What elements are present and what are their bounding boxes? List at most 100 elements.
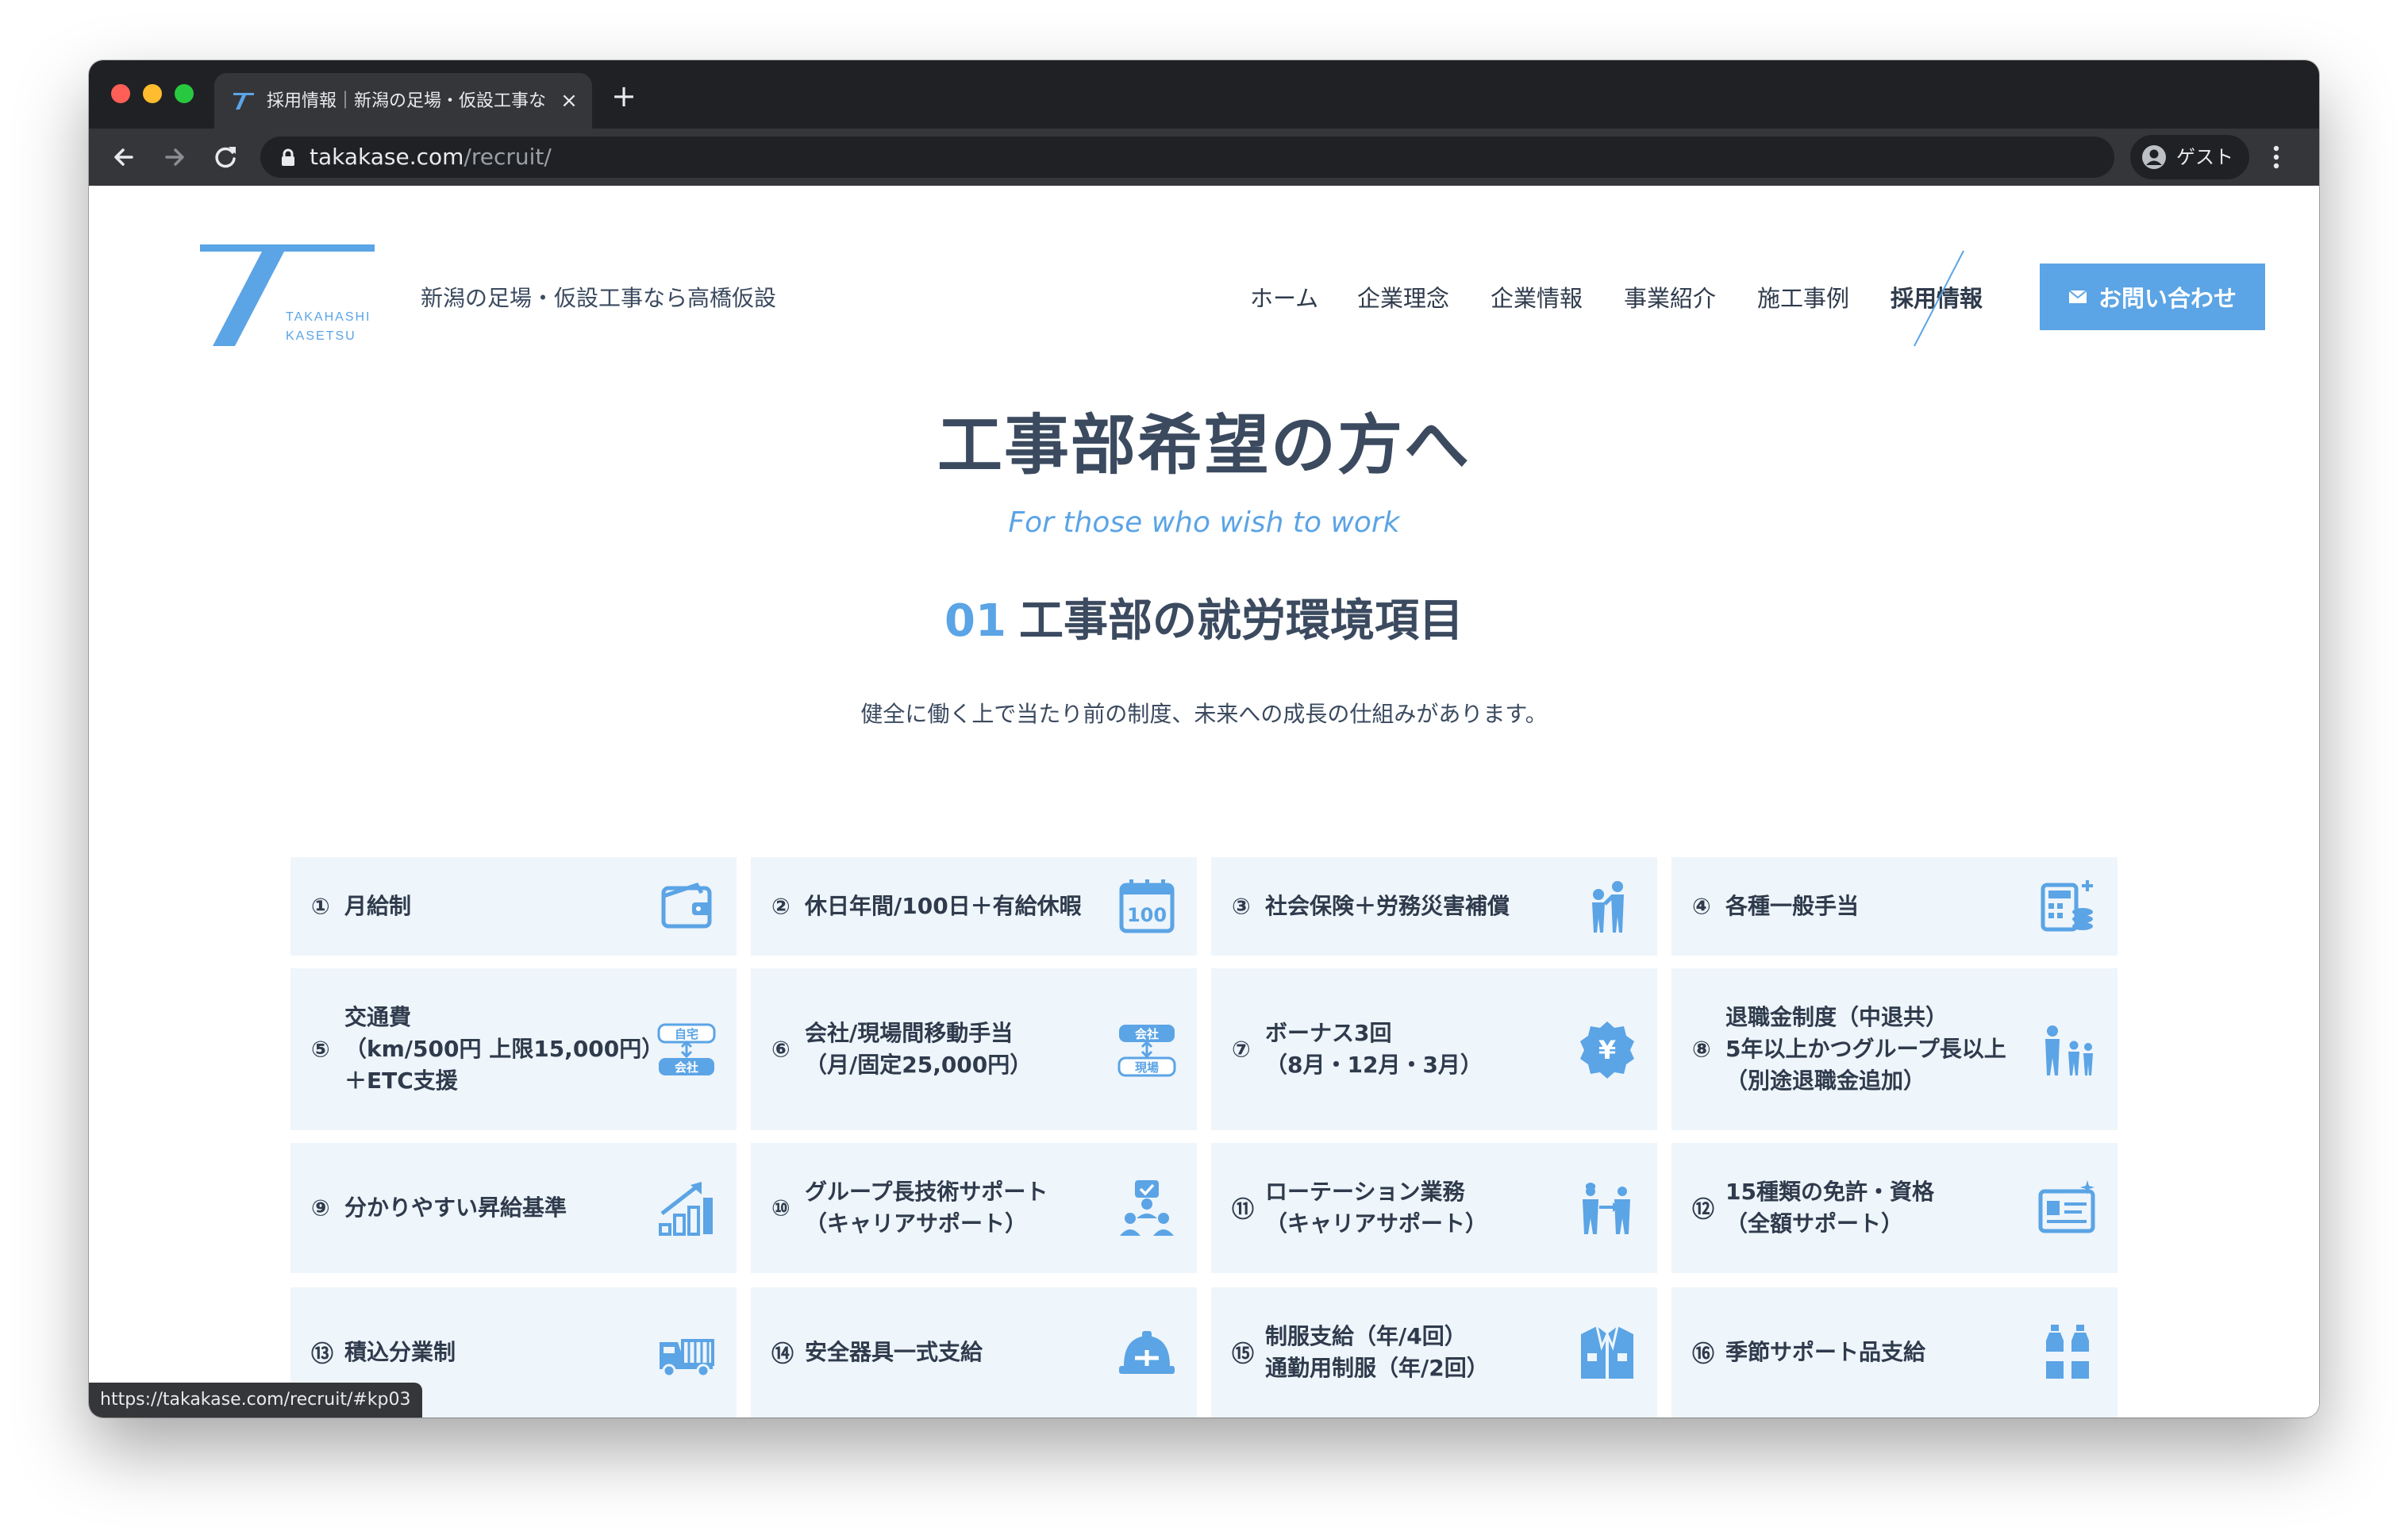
back-arrow-icon[interactable] [106,140,141,175]
icon-label-from: 自宅 [675,1027,698,1041]
truck-icon [660,1339,714,1378]
benefit-card: ⑦ ボーナス3回 （8月・12月・3月） ¥ [1211,968,1657,1130]
contact-button[interactable]: お問い合わせ [2040,264,2265,330]
company-logo[interactable]: TAKAHASHI KASETSU [200,244,375,348]
url-path: /recruit/ [464,144,552,170]
card-text: 制服支給（年/4回） 通勤用制服（年/2回） [1265,1323,1489,1381]
minimize-window-button[interactable] [143,84,162,103]
rotation-workers-icon [1583,1183,1630,1234]
address-bar[interactable]: takakase.com/recruit/ [260,137,2114,178]
nav-home[interactable]: ホーム [1250,284,1318,313]
new-tab-icon[interactable]: + [610,81,638,111]
icon-label-from: 会社 [1135,1027,1159,1041]
card-number: ⑩ [771,1195,790,1221]
profile-button[interactable]: ゲスト [2130,135,2249,179]
card-number: ⑬ [311,1341,334,1367]
card-text: 交通費 （km/500円 上限15,000円） ＋ETC支援 [344,1004,664,1094]
lock-icon [282,148,294,166]
nav-company[interactable]: 企業情報 [1491,284,1583,313]
card-text: 15種類の免許・資格 （全額サポート） [1725,1179,1934,1237]
benefit-card: ⑭ 安全器具一式支給 [751,1287,1197,1418]
card-text: 休日年間/100日＋有給休暇 [805,893,1082,919]
helmet-icon [1119,1331,1175,1374]
card-number: ⑨ [311,1195,330,1221]
card-number: ② [771,893,790,920]
link-status-bar: https://takakase.com/recruit/#kp03 [89,1383,422,1418]
section-title: 工事部の就労環境項目 [1018,595,1464,647]
benefit-card: ⑧ 退職金制度（中退共） 5年以上かつグループ長以上 （別途退職金追加） [1671,968,2118,1130]
browser-toolbar: takakase.com/recruit/ ゲスト [89,129,2319,186]
nav-philosophy[interactable]: 企業理念 [1357,284,1449,313]
people-support-icon [1592,881,1624,933]
logo-text-1: TAKAHASHI [286,310,371,324]
section-lead: 健全に働く上で当たり前の制度、未来への成長の仕組みがあります。 [860,701,1548,727]
benefit-card: ⑯ 季節サポート品支給 [1671,1287,2118,1418]
commute-office-site-icon: 会社 現場 [1117,1025,1176,1077]
card-text: 積込分業制 [344,1339,456,1365]
active-nav-slash [1914,250,1964,347]
mentor-icon [1120,1180,1174,1236]
logo-text-2: KASETSU [286,329,356,343]
card-number: ④ [1692,893,1711,920]
card-text: 安全器具一式支給 [805,1339,983,1365]
benefit-card: ⑤ 交通費 （km/500円 上限15,000円） ＋ETC支援 自宅 会社 [290,968,737,1130]
icon-label-to: 会社 [675,1060,698,1075]
browser-window: 採用情報｜新潟の足場・仮設工事なら高橋仮設 × + takakase.com/r… [89,60,2319,1418]
card-number: ⑮ [1232,1341,1255,1367]
card-text: 各種一般手当 [1725,893,1860,919]
page-title: 工事部希望の方へ [937,408,1471,483]
uniform-icon [1581,1325,1633,1379]
card-number: ① [311,893,330,920]
card-number: ⑤ [311,1036,330,1063]
card-text: 会社/現場間移動手当 （月/固定25,000円） [805,1020,1033,1078]
card-text: ボーナス3回 （8月・12月・3月） [1265,1020,1483,1078]
card-text: 月給制 [344,893,412,919]
favicon-icon [233,93,254,110]
more-options-icon[interactable] [2268,141,2284,173]
forward-arrow-icon[interactable] [157,140,192,175]
wallet-icon [661,882,712,929]
card-number: ⑪ [1232,1196,1255,1222]
tab-strip: 採用情報｜新潟の足場・仮設工事なら高橋仮設 × + [89,60,2319,129]
section-heading: 01 工事部の就労環境項目 [89,594,2319,649]
license-card-icon [2038,1180,2095,1233]
nav-business[interactable]: 事業紹介 [1624,284,1716,313]
card-number: ⑥ [771,1036,790,1063]
card-number: ⑯ [1692,1341,1715,1367]
calculator-coins-icon [2041,880,2093,932]
contact-label: お問い合わせ [2098,285,2237,312]
benefit-card: ⑮ 制服支給（年/4回） 通勤用制服（年/2回） [1211,1287,1657,1418]
card-text: ローテーション業務 （キャリアサポート） [1265,1179,1488,1237]
account-icon [2142,145,2166,169]
benefit-card: ④ 各種一般手当 [1671,857,2118,956]
calendar-100-icon: 100 [1119,879,1175,933]
page-subtitle: For those who wish to work [1008,506,1400,539]
close-window-button[interactable] [111,84,130,103]
card-text: 退職金制度（中退共） 5年以上かつグループ長以上 （別途退職金追加） [1725,1004,2006,1094]
benefit-card: ⑥ 会社/現場間移動手当 （月/固定25,000円） 会社 現場 [751,968,1197,1130]
reload-icon[interactable] [208,140,243,175]
tab-title: 採用情報｜新潟の足場・仮設工事なら高橋仮設 [267,91,548,111]
bottles-icon [2046,1325,2089,1379]
nav-works[interactable]: 施工事例 [1757,284,1849,313]
benefit-card: ⑩ グループ長技術サポート （キャリアサポート） [751,1143,1197,1273]
benefit-card: ③ 社会保険＋労務災害補償 [1211,857,1657,956]
mail-icon [2068,290,2087,303]
browser-tab[interactable]: 採用情報｜新潟の足場・仮設工事なら高橋仮設 × [214,73,592,129]
icon-label-to: 現場 [1135,1060,1159,1075]
growth-chart-icon [659,1182,713,1236]
commute-home-office-icon: 自宅 会社 [657,1023,716,1075]
web-page: TAKAHASHI KASETSU 新潟の足場・仮設工事なら高橋仮設 ホーム 企… [89,186,2319,1418]
maximize-window-button[interactable] [175,84,194,103]
benefit-card: ⑨ 分かりやすい昇給基準 [290,1143,737,1273]
site-tagline: 新潟の足場・仮設工事なら高橋仮設 [421,285,777,311]
card-number: ⑧ [1692,1036,1711,1063]
icon-label-yen: ¥ [1598,1035,1616,1065]
card-number: ⑫ [1692,1196,1715,1222]
card-text: 分かりやすい昇給基準 [344,1195,567,1221]
card-number: ⑭ [771,1341,794,1367]
benefit-card: ② 休日年間/100日＋有給休暇 100 [751,857,1197,956]
card-text: グループ長技術サポート （キャリアサポート） [805,1179,1048,1237]
tab-close-icon[interactable]: × [557,89,581,113]
benefit-card: ① 月給制 [290,857,737,956]
